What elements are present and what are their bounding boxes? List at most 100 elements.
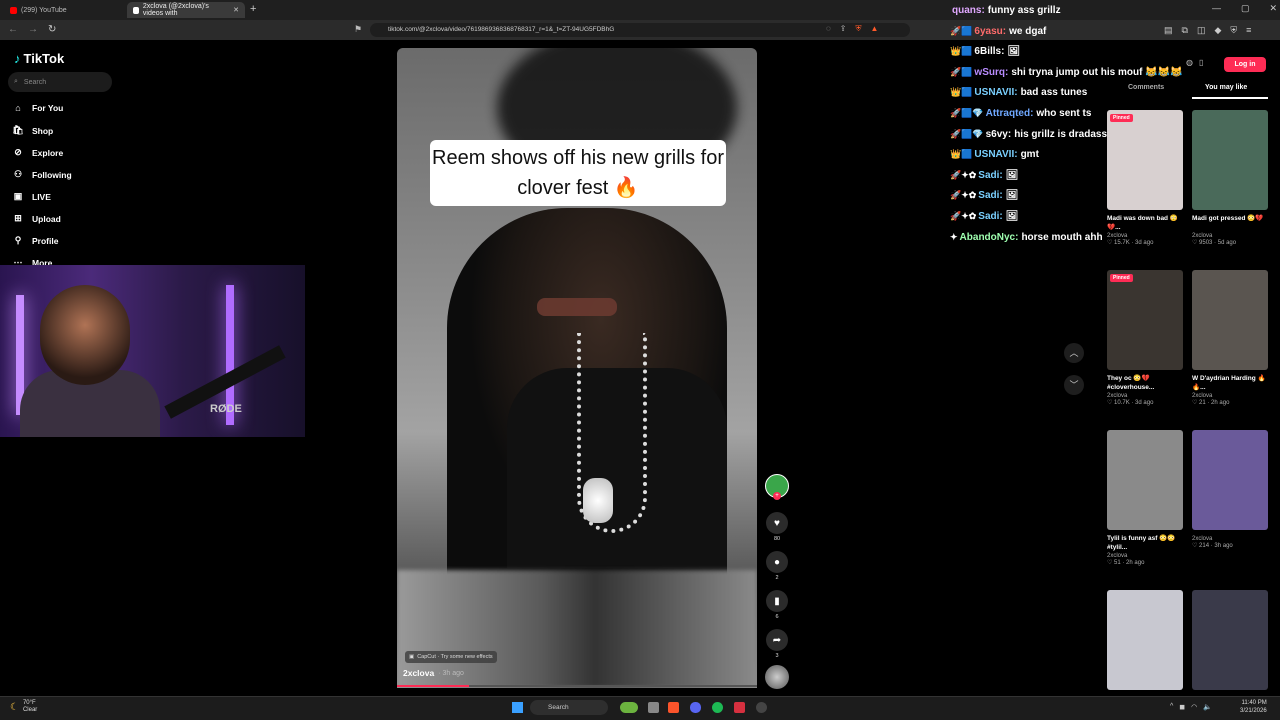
vpn-icon[interactable]: ◆ (1214, 25, 1221, 36)
bookmark-icon: ▮ (766, 590, 788, 612)
sound-avatar[interactable] (765, 665, 789, 689)
tab-tiktok[interactable]: 2xclova (@2xclova)'s videos with ✕ (127, 2, 245, 18)
file-explorer-icon[interactable] (648, 702, 659, 713)
previous-video-button[interactable]: ︿ (1064, 343, 1084, 363)
sidebar-item-shop[interactable]: 🛍 Shop (12, 125, 53, 136)
sidebar-item-upload[interactable]: ⊞ Upload (12, 213, 61, 224)
save-button[interactable]: ▮ 6 (766, 590, 788, 620)
brave-icon[interactable] (668, 702, 679, 713)
video-thumbnail[interactable] (1192, 110, 1268, 210)
sidebar-item-label: Profile (32, 235, 59, 246)
chat-message: quans: funny ass grillz (950, 5, 1061, 16)
sidebar-item-following[interactable]: ⚇ Following (12, 169, 72, 180)
heart-icon: ♥ (766, 512, 788, 534)
tab-you-may-like[interactable]: You may like (1205, 84, 1247, 91)
maximize-icon[interactable]: ▢ (1241, 3, 1250, 14)
chevron-up-icon: ︿ (1069, 348, 1079, 358)
chat-message: ✦ AbandoNyc: horse mouth ahh (950, 232, 1103, 243)
live-icon: ▣ (13, 191, 23, 201)
video-thumbnail[interactable] (1192, 430, 1268, 530)
login-button[interactable]: Log in (1224, 57, 1266, 72)
video-thumbnail[interactable]: Pinned (1107, 270, 1183, 370)
like-button[interactable]: ♥ 80 (766, 512, 788, 542)
nav-buttons: ← → ↻ (8, 24, 56, 35)
wifi-icon[interactable]: ◠ (1191, 703, 1197, 711)
tray-chevron-icon[interactable]: ^ (1170, 703, 1173, 711)
sidebar-item-profile[interactable]: ⚲ Profile (12, 235, 59, 246)
video-thumbnail[interactable] (1192, 590, 1268, 690)
spotify-icon[interactable] (712, 702, 723, 713)
search-input[interactable]: ⌕ Search (8, 72, 112, 92)
video-thumbnail[interactable] (1107, 590, 1183, 690)
chat-username: quans: (952, 5, 985, 16)
sidebar-item-label: Following (32, 169, 72, 180)
sidebar-item-live[interactable]: ▣ LIVE (12, 191, 51, 202)
windows-start-icon[interactable] (512, 702, 523, 713)
video-card-stats: ♡ 15.7K · 3d ago (1107, 240, 1154, 246)
comment-button[interactable]: ● 2 (766, 551, 788, 581)
capcut-tag[interactable]: ▣ CapCut · Try some new effects (405, 651, 497, 663)
video-card[interactable]: Madi got pressed 😳💔 2xclova ♡ 9503 · 5d ag… (1192, 110, 1268, 246)
chat-text: horse mouth ahh (1021, 231, 1103, 243)
sidebar-item-explore[interactable]: ⊘ Explore (12, 147, 63, 158)
discord-icon[interactable] (690, 702, 701, 713)
chat-text: who sent ts (1036, 108, 1092, 119)
wallet-icon[interactable]: ◫ (1197, 25, 1206, 36)
extensions-icon[interactable]: ⧉ (1182, 25, 1188, 36)
device-icon[interactable]: ▯ (1199, 58, 1203, 67)
streamer-head (40, 285, 130, 385)
share-arrow-icon: ➦ (766, 629, 788, 651)
pet-app-icon[interactable] (620, 702, 638, 713)
tab-comments[interactable]: Comments (1128, 84, 1164, 91)
close-tab-icon[interactable]: ✕ (233, 6, 239, 14)
adobe-icon[interactable] (734, 702, 745, 713)
tab-youtube[interactable]: (299) YouTube (4, 2, 122, 18)
video-card[interactable]: Pinned They oc 😳💔 #cloverhouse... 2xclova ♡… (1107, 270, 1183, 406)
video-thumbnail[interactable] (1192, 270, 1268, 370)
follow-plus-icon[interactable]: + (773, 492, 781, 500)
video-player[interactable]: Reem shows off his new grills for clover… (397, 48, 757, 688)
video-card[interactable]: 2xclova ♡ 214 · 3h ago (1192, 430, 1268, 549)
sidebar-toggle-icon[interactable]: ▤ (1164, 25, 1173, 36)
minimize-icon[interactable]: — (1212, 3, 1221, 14)
forward-icon[interactable]: → (28, 24, 38, 35)
tiktok-logo[interactable]: ♪ TikTok (14, 51, 64, 66)
video-card[interactable] (1192, 590, 1268, 690)
right-panel-icons: ◍ ▯ (1186, 58, 1203, 67)
new-tab-button[interactable]: + (250, 3, 256, 15)
brave-rewards-icon[interactable]: ▲ (870, 24, 878, 34)
back-icon[interactable]: ← (8, 24, 18, 35)
next-video-button[interactable]: ﹀ (1064, 375, 1084, 395)
weather-widget[interactable]: ☾ 70°F Clear (10, 700, 37, 714)
close-window-icon[interactable]: ✕ (1270, 3, 1278, 14)
menu-icon[interactable]: ≡ (1246, 25, 1251, 36)
video-thumbnail[interactable] (1107, 430, 1183, 530)
video-card[interactable]: W D'aydrian Harding 🔥🔥... 2xclova ♡ 21 · 2… (1192, 270, 1268, 406)
share-button[interactable]: ➦ 3 (766, 629, 788, 659)
video-card[interactable]: Tylil is funny asf 😳😳 #tylil... 2xclova ♡ … (1107, 430, 1183, 566)
chat-badges: 🚀✦✿ (950, 211, 977, 221)
volume-icon[interactable]: 🔈 (1203, 703, 1212, 711)
eye-off-icon[interactable]: ◌ (826, 24, 831, 34)
address-bar-row: ← → ↻ ⚑ tiktok.com/@2xclova/video/761986… (0, 20, 1280, 40)
tab-label: (299) YouTube (21, 6, 67, 14)
coin-icon[interactable]: ◍ (1186, 58, 1193, 67)
comment-icon: ● (766, 551, 788, 573)
video-thumbnail[interactable]: Pinned (1107, 110, 1183, 210)
sidebar-item-for-you[interactable]: ⌂ For You (12, 103, 63, 113)
obs-icon[interactable] (756, 702, 767, 713)
brave-shield-icon[interactable]: ⛨ (855, 24, 861, 34)
reload-icon[interactable]: ↻ (48, 24, 56, 35)
video-card[interactable]: Pinned Madi was down bad 😳💔... 2xclova ♡ 15… (1107, 110, 1183, 246)
following-icon: ⚇ (13, 169, 23, 179)
taskbar-search[interactable]: Search (530, 700, 608, 715)
save-count: 6 (775, 614, 779, 620)
video-author[interactable]: 2xclova (403, 668, 434, 678)
bookmark-icon[interactable]: ⚑ (354, 24, 362, 35)
weather-temp: 70°F (22, 700, 36, 706)
tray-app-icon[interactable]: ◼ (1179, 703, 1185, 711)
clock[interactable]: 11:40 PM 3/21/2026 (1240, 699, 1267, 715)
shield-icon[interactable]: ⛨ (1230, 25, 1237, 36)
share-icon[interactable]: ⇪ (840, 24, 847, 34)
video-card[interactable] (1107, 590, 1183, 690)
